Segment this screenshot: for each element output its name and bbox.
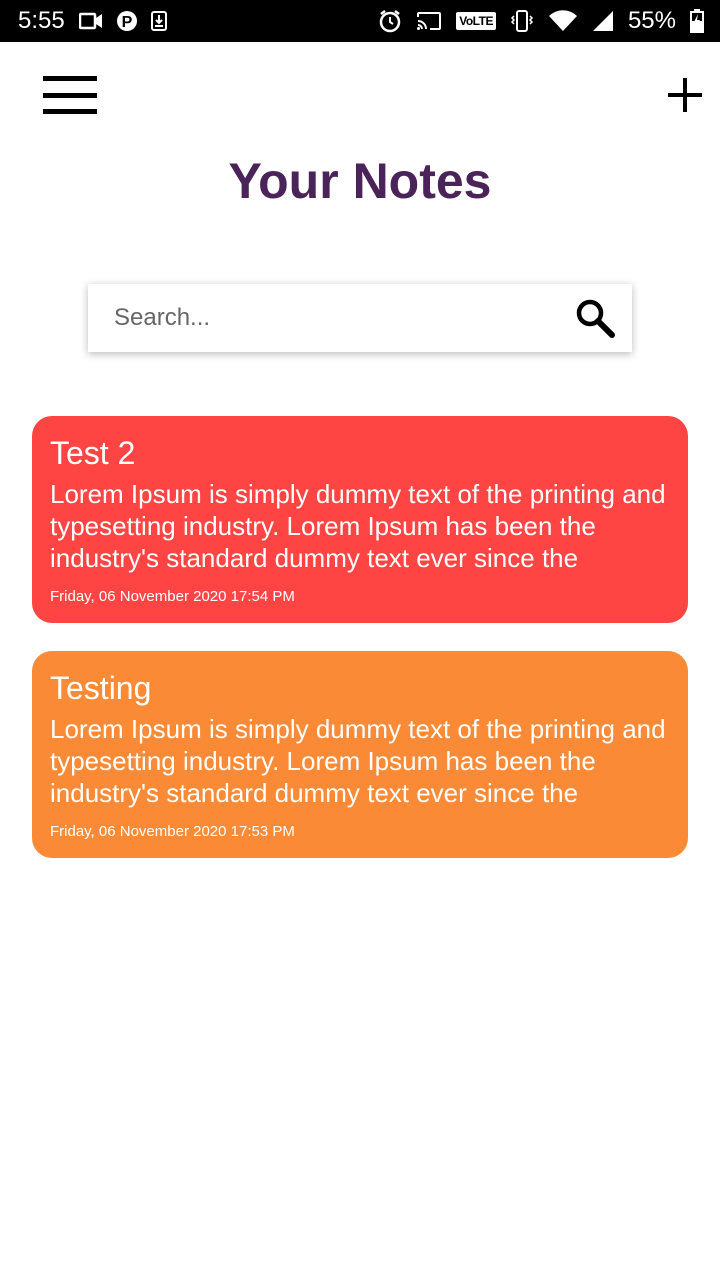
menu-line (43, 76, 97, 81)
parking-icon: P (116, 10, 137, 32)
wifi-icon (548, 10, 578, 32)
svg-text:P: P (121, 14, 132, 31)
cast-icon (416, 11, 442, 31)
app-bar (0, 42, 720, 152)
battery-icon (690, 9, 704, 33)
status-bar-left: 5:55 P (18, 7, 167, 35)
note-card[interactable]: Test 2 Lorem Ipsum is simply dummy text … (32, 416, 688, 623)
cell-signal-icon (592, 10, 614, 32)
search-bar (88, 284, 632, 352)
note-date: Friday, 06 November 2020 17:53 PM (50, 823, 295, 840)
download-icon (150, 11, 167, 31)
vibrate-icon (510, 9, 534, 33)
status-bar-right: VoLTE 55% (378, 7, 704, 35)
search-input[interactable] (88, 284, 558, 352)
note-title: Test 2 (50, 435, 136, 471)
alarm-icon (378, 9, 402, 33)
status-time: 5:55 (18, 7, 65, 34)
status-bar: 5:55 P VoLTE 55% (0, 0, 720, 42)
search-icon[interactable] (558, 284, 632, 352)
hamburger-menu-icon[interactable] (43, 76, 97, 114)
battery-percent: 55% (627, 7, 676, 34)
note-card[interactable]: Testing Lorem Ipsum is simply dummy text… (32, 651, 688, 858)
menu-line (43, 109, 97, 114)
page-title: Your Notes (228, 153, 492, 209)
note-body: Lorem Ipsum is simply dummy text of the … (50, 479, 666, 573)
note-title: Testing (50, 670, 152, 706)
volte-badge: VoLTE (456, 12, 496, 30)
note-date: Friday, 06 November 2020 17:54 PM (50, 588, 295, 605)
menu-line (43, 92, 97, 98)
video-camera-icon (78, 12, 103, 30)
notes-list: Test 2 Lorem Ipsum is simply dummy text … (32, 416, 688, 886)
plus-icon[interactable] (668, 78, 702, 112)
note-body: Lorem Ipsum is simply dummy text of the … (50, 714, 666, 808)
